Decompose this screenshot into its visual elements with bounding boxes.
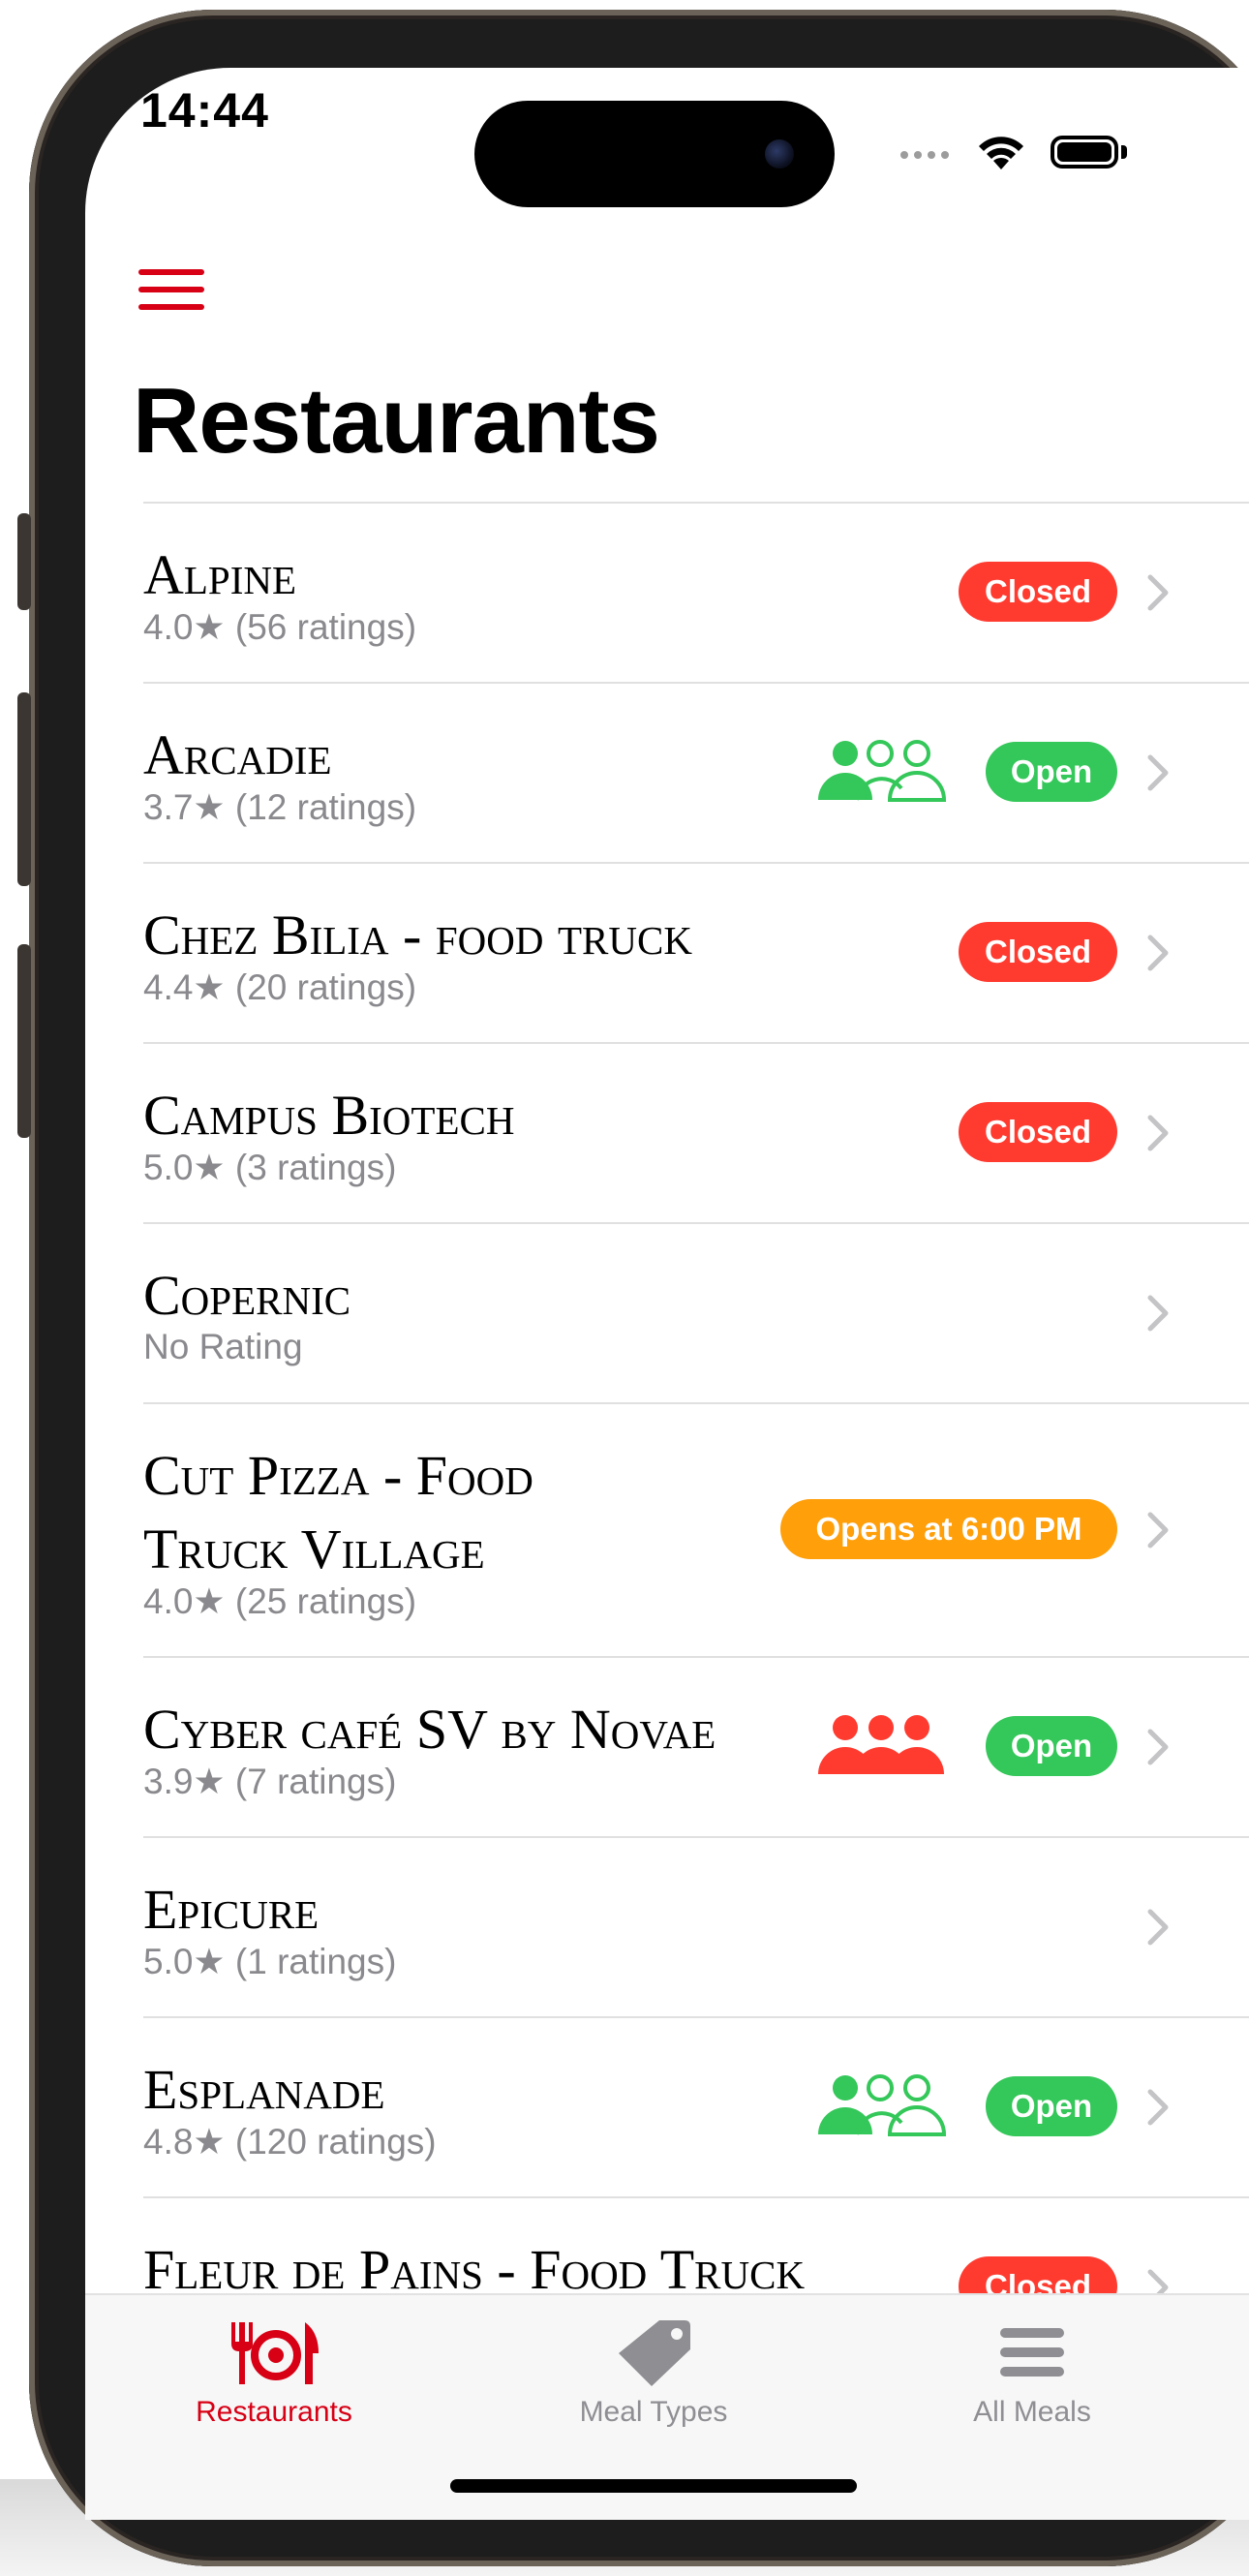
list-item-epicure[interactable]: Epicure 5.0★ (1 ratings) — [143, 1836, 1249, 2016]
restaurant-rating: 5.0★ (1 ratings) — [143, 1942, 397, 1981]
list-item-copernic[interactable]: Copernic No Rating — [143, 1222, 1249, 1402]
restaurant-rating: 3.7★ (12 ratings) — [143, 787, 417, 827]
status-badge: Closed — [959, 1102, 1117, 1162]
list-item-chez-bilia[interactable]: Chez Bilia - food truck 4.4★ (20 ratings… — [143, 862, 1249, 1042]
restaurant-rating: 4.0★ (25 ratings) — [143, 1581, 417, 1621]
chevron-right-icon — [1147, 754, 1169, 791]
tab-label: Meal Types — [579, 2396, 728, 2428]
crowd-low-icon — [818, 740, 946, 802]
restaurant-rating: 4.8★ (120 ratings) — [143, 2122, 437, 2162]
list-item-arcadie[interactable]: Arcadie 3.7★ (12 ratings) Open — [143, 682, 1249, 862]
chevron-right-icon — [1147, 1512, 1169, 1549]
cellular-signal-icon — [900, 151, 949, 159]
restaurant-rating: 5.0★ (3 ratings) — [143, 1148, 397, 1187]
home-indicator — [450, 2479, 857, 2493]
list-item-alpine[interactable]: Alpine 4.0★ (56 ratings) Closed — [143, 502, 1249, 682]
status-time: 14:44 — [140, 83, 269, 138]
restaurant-rating: 3.9★ (7 ratings) — [143, 1762, 397, 1801]
chevron-right-icon — [1147, 1909, 1169, 1946]
tab-meal-types[interactable]: Meal Types — [508, 2295, 799, 2450]
list-item-campus-biotech[interactable]: Campus Biotech 5.0★ (3 ratings) Closed — [143, 1042, 1249, 1222]
crowd-high-icon — [818, 1715, 944, 1774]
chevron-right-icon — [1147, 574, 1169, 611]
tab-all-meals[interactable]: All Meals — [887, 2295, 1177, 2450]
restaurant-name: Epicure — [143, 1878, 320, 1941]
restaurant-name: Arcadie — [143, 723, 332, 786]
restaurant-name-line1: Cut Pizza - Food — [143, 1444, 533, 1507]
status-badge: Open — [986, 2076, 1117, 2136]
dynamic-island — [474, 101, 835, 207]
tab-label: Restaurants — [196, 2396, 352, 2428]
camera-icon — [765, 139, 794, 169]
chevron-right-icon — [1147, 1295, 1169, 1332]
list-item-cut-pizza[interactable]: Cut Pizza - Food Truck Village 4.0★ (25 … — [143, 1402, 1249, 1656]
restaurant-name: Esplanade — [143, 2058, 385, 2121]
restaurant-name: Copernic — [143, 1264, 351, 1327]
restaurant-name: Chez Bilia - food truck — [143, 904, 692, 966]
volume-down-button — [17, 944, 31, 1138]
restaurant-list: Alpine 4.0★ (56 ratings) Closed Arcadie … — [143, 502, 1249, 2316]
volume-up-button — [17, 692, 31, 886]
restaurant-rating: 4.4★ (20 ratings) — [143, 967, 417, 1007]
status-badge: Open — [986, 742, 1117, 802]
tab-restaurants[interactable]: Restaurants — [129, 2295, 419, 2450]
fork-plate-knife-icon — [231, 2322, 319, 2384]
status-badge: Closed — [959, 922, 1117, 982]
restaurant-name-line2: Truck Village — [143, 1518, 485, 1580]
chevron-right-icon — [1147, 1729, 1169, 1765]
list-icon — [1000, 2328, 1064, 2377]
restaurant-name: Campus Biotech — [143, 1084, 515, 1147]
tab-label: All Meals — [973, 2396, 1091, 2428]
restaurant-rating: No Rating — [143, 1327, 303, 1366]
tag-icon — [619, 2320, 690, 2386]
chevron-right-icon — [1147, 2089, 1169, 2126]
battery-icon — [1051, 136, 1118, 169]
status-badge: Open — [986, 1716, 1117, 1776]
restaurant-name: Alpine — [143, 543, 297, 606]
restaurant-rating: 4.0★ (56 ratings) — [143, 607, 417, 647]
page-title: Restaurants — [133, 369, 660, 473]
chevron-right-icon — [1147, 1115, 1169, 1151]
status-badge: Opens at 6:00 PM — [780, 1499, 1117, 1559]
status-badge: Closed — [959, 562, 1117, 622]
hamburger-menu-icon[interactable] — [138, 269, 204, 310]
restaurant-name: Cyber café SV by Novae — [143, 1698, 716, 1761]
list-item-cyber-cafe[interactable]: Cyber café SV by Novae 3.9★ (7 ratings) … — [143, 1656, 1249, 1836]
wifi-icon — [979, 137, 1023, 169]
crowd-low-icon — [818, 2074, 946, 2136]
action-button — [17, 513, 31, 610]
chevron-right-icon — [1147, 935, 1169, 971]
list-item-esplanade[interactable]: Esplanade 4.8★ (120 ratings) Open — [143, 2016, 1249, 2196]
